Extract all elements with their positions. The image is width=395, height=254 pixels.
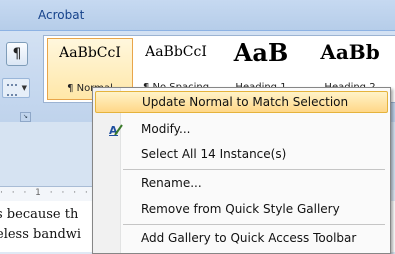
menu-item-remove-from-gallery[interactable]: Remove from Quick Style Gallery — [95, 198, 386, 220]
modify-style-icon: A — [109, 124, 123, 136]
style-preview: AaBb — [320, 40, 380, 64]
menu-item-label: Select All 14 Instance(s) — [141, 147, 287, 161]
tab-acrobat[interactable]: Acrobat — [38, 8, 84, 22]
document-text-line: s because th — [0, 207, 79, 222]
style-preview: AaB — [233, 38, 289, 67]
chevron-down-icon: ▼ — [21, 84, 27, 92]
menu-item-rename[interactable]: Rename... — [95, 172, 386, 194]
menu-separator — [123, 169, 385, 170]
style-context-menu: Update Normal to Match Selection A Modif… — [92, 87, 391, 254]
menu-item-label: Update Normal to Match Selection — [142, 95, 349, 109]
menu-item-label: Rename... — [141, 176, 202, 190]
menu-item-add-gallery-to-qat[interactable]: Add Gallery to Quick Access Toolbar — [95, 227, 386, 249]
menu-item-select-all[interactable]: Select All 14 Instance(s) — [95, 143, 386, 165]
shading-dropdown-button[interactable]: ▼ — [2, 78, 30, 98]
ribbon-tab-bar: Acrobat — [0, 0, 395, 31]
document-text-line: eless bandwi — [0, 227, 82, 242]
style-preview: AaBbCcI — [145, 44, 207, 60]
paragraph-dialog-launcher-icon[interactable]: ↘ — [20, 112, 31, 122]
show-hide-paragraph-button[interactable]: ¶ — [6, 42, 28, 66]
menu-item-update-normal[interactable]: Update Normal to Match Selection — [95, 91, 388, 113]
menu-item-label: Remove from Quick Style Gallery — [141, 202, 340, 216]
menu-item-modify[interactable]: A Modify... — [95, 118, 386, 140]
menu-separator — [123, 224, 385, 225]
style-preview: AaBbCcI — [59, 45, 121, 61]
lines-icon — [7, 84, 17, 96]
horizontal-ruler[interactable]: · · · 1 · · · · — [0, 186, 100, 202]
menu-item-label: Add Gallery to Quick Access Toolbar — [141, 231, 357, 245]
menu-item-label: Modify... — [141, 122, 191, 136]
